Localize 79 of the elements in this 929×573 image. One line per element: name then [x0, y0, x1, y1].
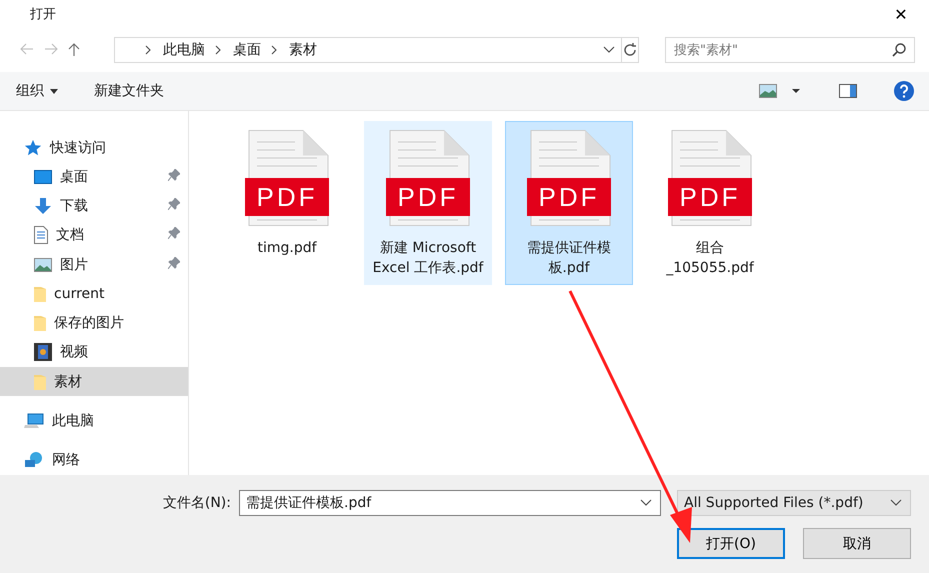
view-options-icon[interactable] — [759, 84, 803, 98]
address-bar[interactable]: 此电脑 桌面 素材 — [114, 37, 622, 63]
sidebar-item-label: current — [54, 286, 106, 302]
up-arrow-icon[interactable] — [68, 43, 80, 57]
search-icon — [892, 43, 906, 57]
pdf-badge: PDF — [527, 178, 611, 216]
desktop-icon — [34, 170, 52, 184]
close-button[interactable]: ✕ — [883, 2, 919, 26]
chevron-right-icon — [145, 45, 153, 55]
file-item[interactable]: PDF 组合_105055.pdf — [646, 121, 774, 285]
sidebar-item-label: 视频 — [60, 343, 89, 362]
file-item[interactable]: PDF 需提供证件模板.pdf — [505, 121, 633, 285]
search-field[interactable]: 搜索"素材" — [665, 37, 915, 63]
sidebar-item[interactable]: 素材 — [0, 367, 188, 396]
file-name-field[interactable]: 需提供证件模板.pdf — [239, 490, 661, 516]
file-name: timg.pdf — [256, 239, 318, 258]
picture-icon — [34, 258, 52, 272]
file-item[interactable]: PDF 新建 Microsoft Excel 工作表.pdf — [364, 121, 492, 285]
sidebar-item-label: 快速访问 — [50, 138, 107, 157]
sidebar-item[interactable]: 文档 — [0, 220, 188, 250]
file-name: 新建 Microsoft Excel 工作表.pdf — [372, 239, 484, 278]
chevron-right-icon — [215, 45, 223, 55]
new-folder-button[interactable]: 新建文件夹 — [94, 82, 164, 100]
sidebar-item[interactable]: 此电脑 — [0, 406, 188, 436]
sidebar-item[interactable]: 保存的图片 — [0, 308, 188, 338]
computer-icon — [24, 413, 44, 430]
breadcrumb-item[interactable]: 素材 — [289, 41, 317, 59]
download-arrow-icon — [34, 197, 52, 216]
chevron-right-icon — [271, 45, 279, 55]
caret-down-icon — [50, 88, 58, 94]
sidebar-item[interactable]: 图片 — [0, 250, 188, 280]
pin-icon[interactable] — [168, 198, 180, 210]
refresh-icon — [622, 42, 638, 58]
file-type-dropdown[interactable]: All Supported Files (*.pdf) — [677, 490, 911, 516]
help-icon[interactable] — [893, 80, 915, 102]
pdf-badge: PDF — [668, 178, 752, 216]
sidebar-item[interactable]: 快速访问 — [0, 133, 188, 162]
network-globe-icon — [24, 451, 44, 470]
organize-menu-button[interactable]: 组织 — [16, 82, 58, 100]
back-arrow-icon[interactable] — [20, 43, 34, 55]
sidebar-item[interactable]: 下载 — [0, 192, 188, 221]
sidebar-item-label: 素材 — [54, 372, 83, 391]
sidebar-item-label: 桌面 — [60, 168, 89, 186]
document-icon — [34, 226, 48, 244]
folder-icon — [34, 374, 46, 390]
sidebar-item-label: 此电脑 — [52, 412, 95, 430]
folder-icon — [34, 286, 46, 302]
open-button[interactable]: 打开(O) — [677, 528, 785, 559]
sidebar-item-label: 图片 — [60, 256, 89, 274]
file-name: 需提供证件模板.pdf — [526, 239, 612, 278]
chevron-down-icon — [603, 46, 615, 54]
pin-icon[interactable] — [168, 256, 180, 269]
chevron-down-icon — [640, 499, 652, 507]
pin-icon[interactable] — [168, 168, 180, 181]
cancel-button[interactable]: 取消 — [803, 528, 911, 559]
star-icon — [24, 138, 42, 157]
sidebar-item[interactable]: 桌面 — [0, 162, 188, 192]
file-name: 组合_105055.pdf — [665, 239, 755, 278]
window-title: 打开 — [30, 6, 56, 23]
film-icon — [34, 343, 52, 362]
preview-pane-icon[interactable] — [839, 84, 857, 98]
sidebar-item-label: 下载 — [60, 197, 89, 216]
pin-icon[interactable] — [168, 227, 180, 240]
folder-icon — [34, 315, 46, 332]
pdf-badge: PDF — [245, 178, 329, 216]
pdf-badge: PDF — [386, 178, 470, 216]
refresh-button[interactable] — [621, 37, 639, 63]
file-name-label: 文件名(N): — [162, 494, 231, 512]
sidebar-item-label: 文档 — [56, 226, 85, 244]
sidebar-item[interactable]: 网络 — [0, 446, 188, 475]
sidebar-item-label: 保存的图片 — [54, 314, 125, 332]
breadcrumb-item[interactable]: 此电脑 — [163, 41, 205, 59]
breadcrumb-item[interactable]: 桌面 — [233, 41, 261, 59]
sidebar-item-label: 网络 — [52, 451, 81, 470]
chevron-down-icon — [890, 499, 902, 507]
sidebar-item[interactable]: 视频 — [0, 338, 188, 368]
forward-arrow-icon[interactable] — [44, 43, 58, 55]
file-item[interactable]: PDF timg.pdf — [223, 121, 351, 285]
sidebar-item[interactable]: current — [0, 279, 188, 309]
